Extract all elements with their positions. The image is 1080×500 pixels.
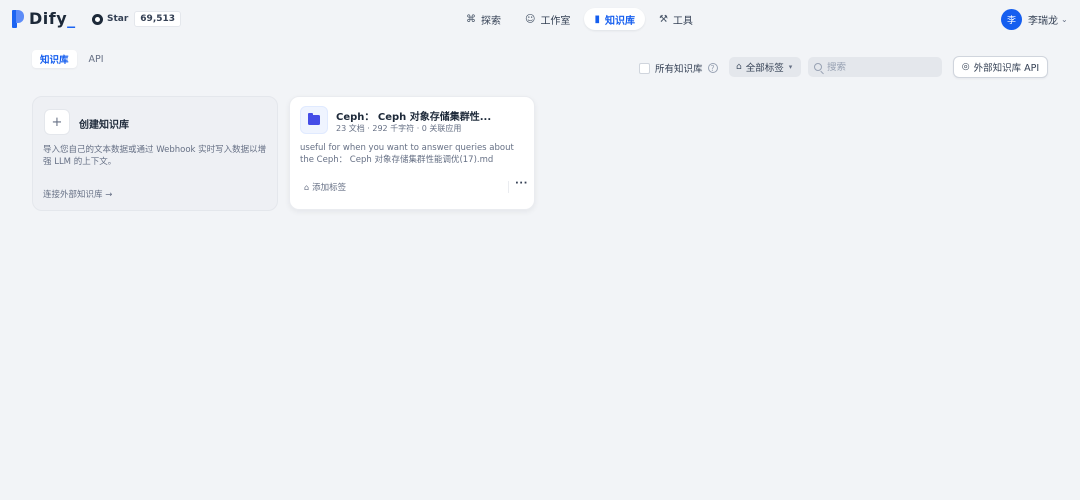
create-knowledge-card[interactable]: + 创建知识库 导入您自己的文本数据或通过 Webhook 实时写入数据以增强 … bbox=[32, 96, 278, 211]
user-name: 李瑞龙 bbox=[1028, 15, 1058, 27]
dataset-description: useful for when you want to answer queri… bbox=[300, 143, 514, 165]
robot-icon: ☺ bbox=[525, 13, 536, 25]
nav-tools[interactable]: ⚒ 工具 bbox=[649, 8, 703, 30]
main-nav: ⌘ 探索 ☺ 工作室 ▮ 知识库 ⚒ 工具 bbox=[456, 8, 707, 30]
user-menu[interactable]: 李 李瑞龙 ⌄ bbox=[1001, 8, 1068, 30]
add-tag-label: 添加标签 bbox=[312, 183, 347, 193]
nav-label: 知识库 bbox=[604, 15, 635, 27]
github-star-count: 69,513 bbox=[134, 11, 182, 27]
content-tabs: 知识库 API bbox=[32, 50, 116, 68]
github-star-label: Star bbox=[107, 14, 129, 24]
top-header: Dify_ Star 69,513 ⌘ 探索 ☺ 工作室 ▮ 知识库 ⚒ 工具 … bbox=[0, 0, 1080, 38]
tag-filter-label: 全部标签 bbox=[745, 63, 784, 74]
nav-explore[interactable]: ⌘ 探索 bbox=[456, 8, 511, 30]
tag-icon: ⌂ bbox=[736, 62, 742, 72]
hammer-icon: ⚒ bbox=[658, 13, 668, 25]
all-knowledge-checkbox[interactable] bbox=[639, 62, 650, 74]
book-icon: ▮ bbox=[594, 13, 600, 25]
help-icon[interactable]: ? bbox=[707, 63, 718, 73]
nav-studio[interactable]: ☺ 工作室 bbox=[515, 8, 580, 30]
nav-label: 工具 bbox=[672, 15, 693, 27]
divider bbox=[508, 181, 509, 193]
external-api-label: 外部知识库 API bbox=[973, 63, 1040, 74]
create-knowledge-title: 创建知识库 bbox=[79, 120, 129, 131]
chevron-down-icon: ⌄ bbox=[1061, 14, 1068, 24]
plus-icon: + bbox=[44, 109, 70, 135]
tab-knowledge[interactable]: 知识库 bbox=[32, 50, 77, 68]
folder-icon bbox=[300, 106, 328, 134]
dataset-meta: 23 文档 · 292 千字符 · 0 关联应用 bbox=[336, 124, 462, 133]
dataset-title: Ceph： Ceph 对象存储集群性... bbox=[336, 112, 492, 123]
all-knowledge-label: 所有知识库 bbox=[655, 64, 703, 75]
github-star-badge[interactable]: Star 69,513 bbox=[92, 10, 182, 28]
dify-logo[interactable]: Dify_ bbox=[12, 9, 76, 28]
api-connection-icon: ◎ bbox=[961, 62, 970, 72]
tab-api[interactable]: API bbox=[81, 50, 112, 68]
chevron-down-icon: ▾ bbox=[788, 63, 793, 71]
github-icon bbox=[92, 13, 103, 25]
nav-label: 探索 bbox=[481, 15, 501, 27]
compass-icon: ⌘ bbox=[466, 13, 476, 25]
search-icon bbox=[814, 63, 822, 71]
logo-text: Dify_ bbox=[29, 9, 76, 28]
tag-icon: ⌂ bbox=[304, 182, 310, 192]
add-tag-button[interactable]: ⌂ 添加标签 bbox=[304, 181, 347, 194]
search-input[interactable] bbox=[827, 61, 937, 73]
tag-filter-select[interactable]: ⌂ 全部标签 ▾ bbox=[729, 57, 801, 77]
dataset-card[interactable]: Ceph： Ceph 对象存储集群性... 23 文档 · 292 千字符 · … bbox=[289, 96, 535, 210]
connect-external-link[interactable]: 连接外部知识库 → bbox=[43, 188, 112, 200]
external-api-button[interactable]: ◎ 外部知识库 API bbox=[953, 56, 1048, 78]
avatar: 李 bbox=[1001, 8, 1022, 30]
more-options-icon[interactable]: ··· bbox=[515, 178, 528, 189]
nav-knowledge[interactable]: ▮ 知识库 bbox=[584, 8, 645, 30]
all-knowledge-filter[interactable]: 所有知识库 ? bbox=[639, 61, 718, 75]
nav-label: 工作室 bbox=[540, 15, 571, 27]
create-knowledge-description: 导入您自己的文本数据或通过 Webhook 实时写入数据以增强 LLM 的上下文… bbox=[43, 145, 267, 167]
search-box[interactable] bbox=[808, 57, 942, 77]
logo-mark-icon bbox=[12, 9, 24, 28]
